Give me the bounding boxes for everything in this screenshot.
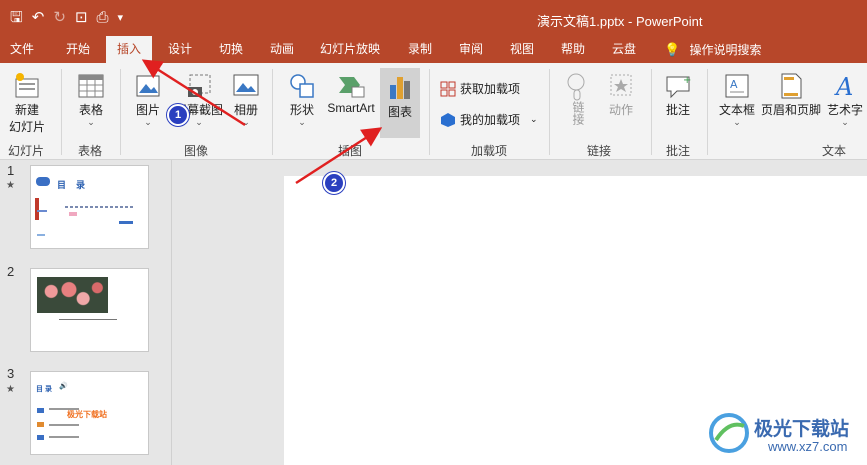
watermark-text: 极光下载站 [754,419,850,440]
arrow-to-insert-tab [141,59,246,127]
aurora-logo-icon [709,413,749,453]
watermark-url: www.xz7.com [768,439,848,454]
step-marker-1: 1 [167,104,189,126]
annotation-arrows [141,59,383,185]
step-marker-2: 2 [323,172,345,194]
